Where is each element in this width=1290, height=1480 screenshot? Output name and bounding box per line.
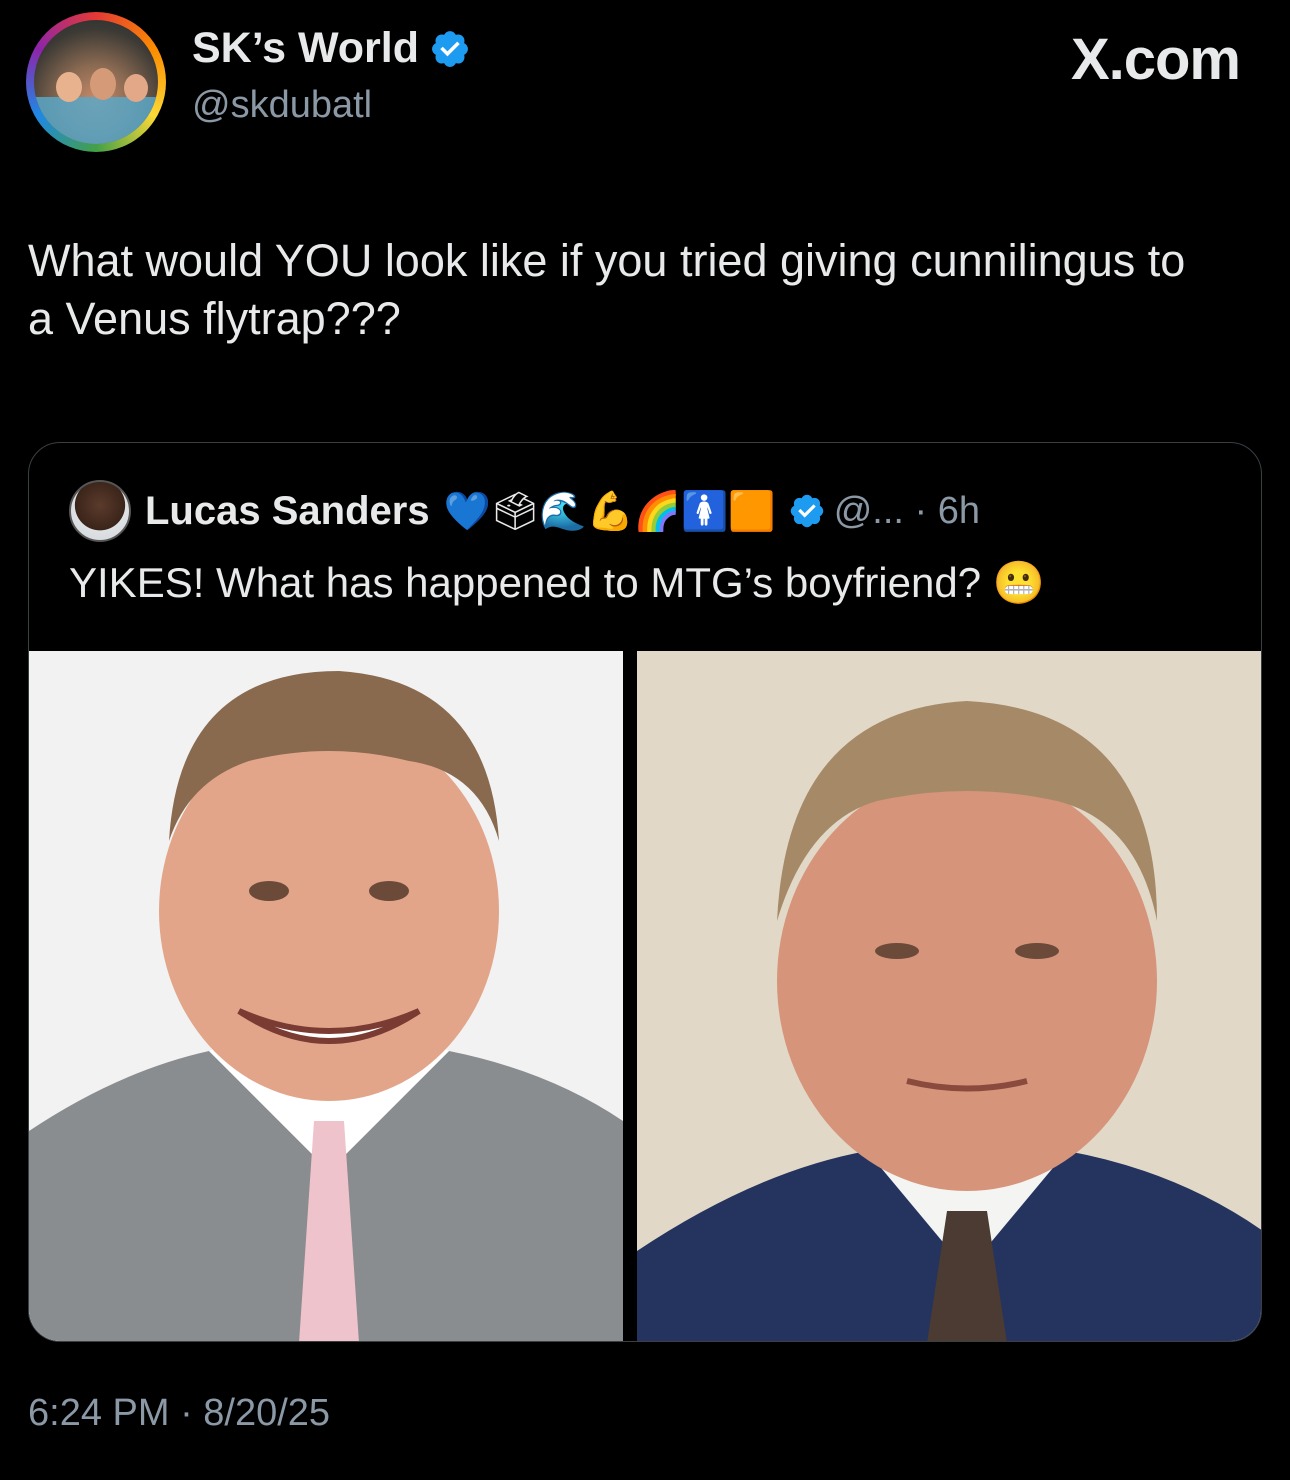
site-watermark: X.com <box>1070 27 1241 92</box>
tweet-text: What would YOU look like if you tried gi… <box>28 235 1186 344</box>
quoted-author-name[interactable]: Lucas Sanders <box>145 489 430 534</box>
author-avatar[interactable] <box>26 12 166 152</box>
verified-badge-icon <box>432 30 468 67</box>
quoted-tweet-text: YIKES! What has happened to MTG’s boyfri… <box>69 559 1046 606</box>
photo-man-navy-suit-illustration <box>637 651 1261 1341</box>
tweet-timestamp[interactable]: 6:24 PM · 8/20/25 <box>28 1392 330 1435</box>
quoted-handle-time[interactable]: @... · 6h <box>834 490 980 533</box>
photo-smiling-man-illustration <box>29 651 623 1341</box>
quoted-author-avatar[interactable] <box>69 480 131 542</box>
media-photo-right[interactable] <box>637 651 1261 1341</box>
author-name-row[interactable]: SK’s World <box>192 24 471 73</box>
quoted-author-emojis: 💙🗳🌊💪🌈🚺🟧 <box>443 488 776 533</box>
verified-badge-icon <box>790 494 823 528</box>
quoted-tweet-header: Lucas Sanders 💙🗳🌊💪🌈🚺🟧 @... · 6h <box>69 480 980 542</box>
author-name[interactable]: SK’s World <box>192 24 419 73</box>
media-photo-left[interactable] <box>29 651 623 1341</box>
author-handle[interactable]: @skdubatl <box>192 84 372 127</box>
quoted-tweet-card[interactable]: Lucas Sanders 💙🗳🌊💪🌈🚺🟧 @... · 6h YIKES! W… <box>28 442 1262 1342</box>
avatar-photo <box>34 20 158 144</box>
quoted-media-grid[interactable] <box>29 651 1261 1341</box>
